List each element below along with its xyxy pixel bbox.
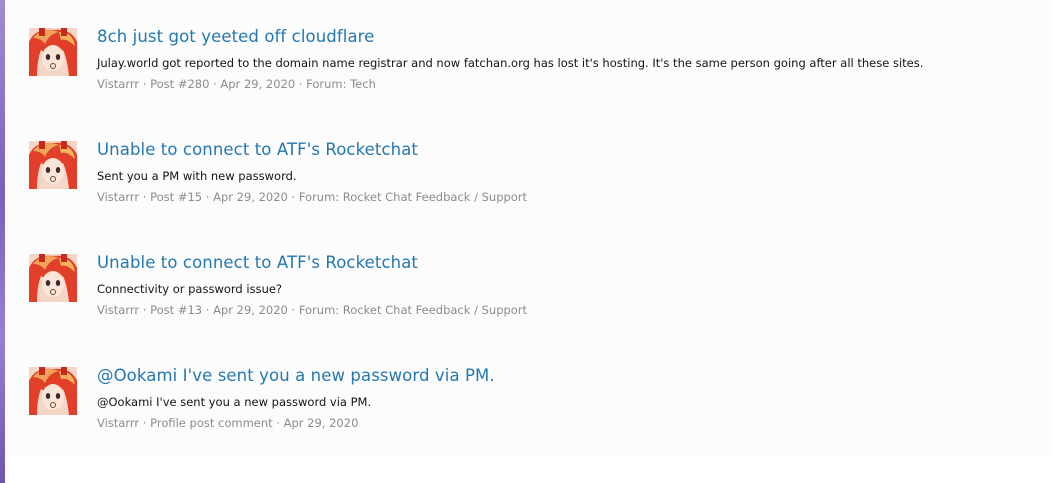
page-bottom-area	[5, 455, 1057, 483]
meta-separator: ·	[202, 303, 214, 317]
post-type: Profile post comment	[150, 416, 273, 430]
meta-separator: ·	[139, 303, 151, 317]
post-date: Apr 29, 2020	[213, 303, 288, 317]
result-snippet: Connectivity or password issue?	[97, 282, 283, 296]
anime-girl-avatar-icon	[29, 254, 77, 302]
author-link[interactable]: Vistarrr	[97, 416, 139, 430]
result-meta: Vistarrr · Post #15 · Apr 29, 2020 · For…	[97, 190, 527, 204]
meta-separator: ·	[139, 77, 151, 91]
meta-separator: ·	[295, 77, 307, 91]
meta-separator: ·	[209, 77, 221, 91]
author-link[interactable]: Vistarrr	[97, 77, 139, 91]
meta-separator: ·	[272, 416, 284, 430]
avatar[interactable]	[29, 141, 77, 189]
result-title-link[interactable]: 8ch just got yeeted off cloudflare	[97, 27, 374, 46]
result-title-link[interactable]: Unable to connect to ATF's Rocketchat	[97, 140, 418, 159]
search-results-panel: 8ch just got yeeted off cloudflare Julay…	[5, 0, 1052, 455]
post-date: Apr 29, 2020	[283, 416, 359, 430]
result-snippet: @Ookami I've sent you a new password via…	[97, 395, 372, 409]
search-result-item: 8ch just got yeeted off cloudflare Julay…	[29, 27, 1029, 118]
anime-girl-avatar-icon	[29, 141, 77, 189]
result-title-link[interactable]: @Ookami I've sent you a new password via…	[97, 366, 495, 385]
meta-separator: ·	[287, 190, 299, 204]
avatar[interactable]	[29, 367, 77, 415]
post-number: Post #280	[150, 77, 210, 91]
anime-girl-avatar-icon	[29, 367, 77, 415]
result-meta: Vistarrr · Post #13 · Apr 29, 2020 · For…	[97, 303, 527, 317]
post-number: Post #13	[150, 303, 203, 317]
result-meta: Vistarrr · Post #280 · Apr 29, 2020 · Fo…	[97, 77, 376, 91]
post-number: Post #15	[150, 190, 203, 204]
forum-link[interactable]: Forum: Rocket Chat Feedback / Support	[299, 190, 527, 204]
anime-girl-avatar-icon	[29, 28, 77, 76]
result-snippet: Sent you a PM with new password.	[97, 169, 297, 183]
meta-separator: ·	[202, 190, 214, 204]
avatar[interactable]	[29, 28, 77, 76]
result-meta: Vistarrr · Profile post comment · Apr 29…	[97, 416, 358, 430]
meta-separator: ·	[139, 190, 151, 204]
post-date: Apr 29, 2020	[213, 190, 288, 204]
author-link[interactable]: Vistarrr	[97, 303, 139, 317]
meta-separator: ·	[287, 303, 299, 317]
author-link[interactable]: Vistarrr	[97, 190, 139, 204]
forum-link[interactable]: Forum: Tech	[306, 77, 376, 91]
meta-separator: ·	[139, 416, 151, 430]
result-snippet: Julay.world got reported to the domain n…	[97, 56, 924, 70]
avatar[interactable]	[29, 254, 77, 302]
post-date: Apr 29, 2020	[220, 77, 296, 91]
forum-link[interactable]: Forum: Rocket Chat Feedback / Support	[299, 303, 527, 317]
search-result-item: @Ookami I've sent you a new password via…	[29, 366, 1029, 457]
search-result-item: Unable to connect to ATF's Rocketchat Co…	[29, 253, 1029, 344]
search-result-item: Unable to connect to ATF's Rocketchat Se…	[29, 140, 1029, 231]
result-title-link[interactable]: Unable to connect to ATF's Rocketchat	[97, 253, 418, 272]
